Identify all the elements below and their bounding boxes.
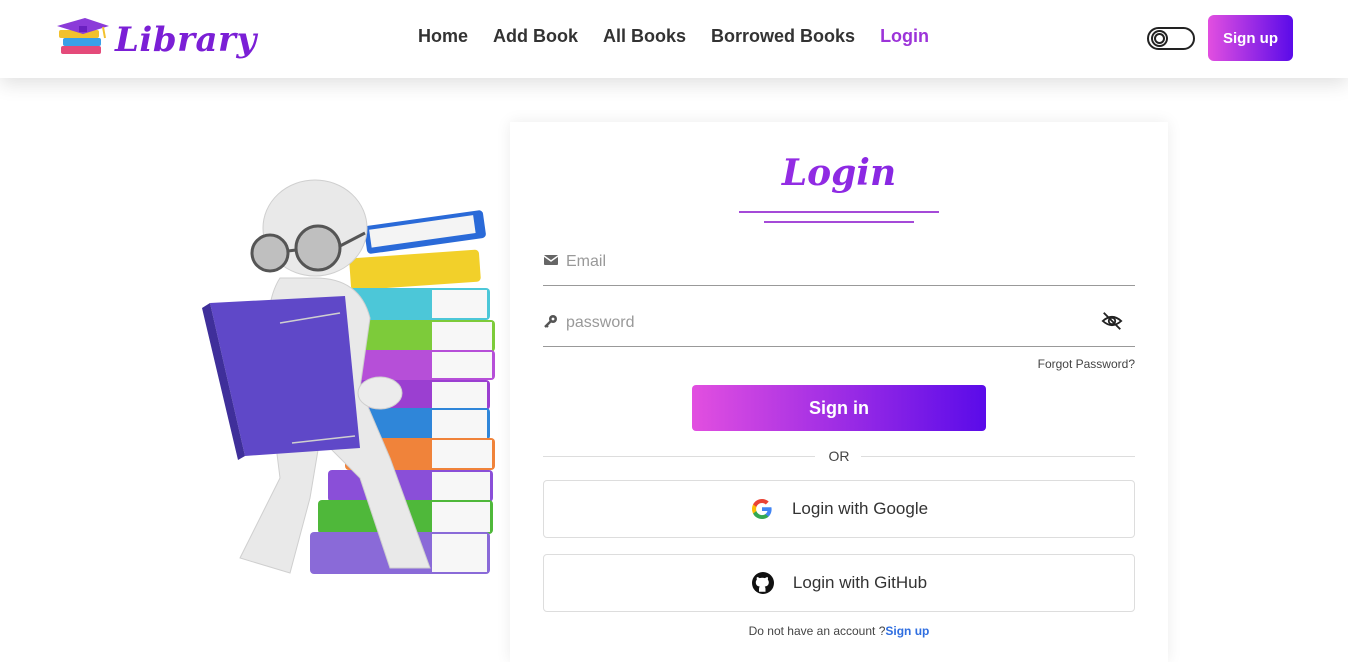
password-field-row bbox=[543, 301, 1135, 347]
logo-text: Library bbox=[115, 20, 257, 60]
navbar: Library Home Add Book All Books Borrowed… bbox=[0, 0, 1348, 78]
sun-icon bbox=[1151, 30, 1168, 47]
nav-add-book[interactable]: Add Book bbox=[493, 26, 578, 47]
or-divider: OR bbox=[543, 447, 1135, 465]
password-input[interactable] bbox=[566, 301, 1086, 345]
email-field-row bbox=[543, 240, 1135, 286]
or-label: OR bbox=[828, 448, 850, 464]
nav-borrowed-books[interactable]: Borrowed Books bbox=[711, 26, 855, 47]
github-login-button[interactable]: Login with GitHub bbox=[543, 554, 1135, 612]
forgot-password-link[interactable]: Forgot Password? bbox=[1038, 357, 1135, 371]
signup-button[interactable]: Sign up bbox=[1208, 15, 1293, 61]
held-book bbox=[202, 296, 360, 460]
title-underline bbox=[739, 211, 939, 213]
login-card: Login Forgot Password? Sign in OR bbox=[510, 122, 1168, 662]
envelope-icon bbox=[543, 255, 559, 265]
reading-figure-illustration bbox=[202, 179, 495, 574]
nav-all-books[interactable]: All Books bbox=[603, 26, 686, 47]
google-login-label: Login with Google bbox=[791, 499, 929, 518]
nav-home[interactable]: Home bbox=[418, 26, 468, 47]
signin-button[interactable]: Sign in bbox=[692, 385, 986, 431]
github-login-label: Login with GitHub bbox=[792, 573, 928, 592]
signup-prompt-text: Do not have an account ? bbox=[748, 624, 886, 638]
logo[interactable]: Library bbox=[55, 14, 257, 66]
nav-login[interactable]: Login bbox=[880, 26, 929, 47]
email-input[interactable] bbox=[566, 240, 1086, 284]
google-login-button[interactable]: Login with Google bbox=[543, 480, 1135, 538]
nav-links: Home Add Book All Books Borrowed Books L… bbox=[418, 26, 954, 47]
eye-slash-icon[interactable] bbox=[1101, 310, 1123, 332]
signup-prompt: Do not have an account ?Sign up bbox=[510, 624, 1168, 638]
theme-toggle[interactable] bbox=[1147, 27, 1195, 50]
github-icon bbox=[751, 572, 774, 594]
signup-link[interactable]: Sign up bbox=[885, 624, 929, 638]
key-icon bbox=[544, 315, 557, 328]
login-title: Login bbox=[510, 152, 1168, 194]
google-icon bbox=[751, 499, 772, 519]
books-logo-icon bbox=[57, 18, 109, 54]
title-underline-short bbox=[764, 221, 914, 223]
